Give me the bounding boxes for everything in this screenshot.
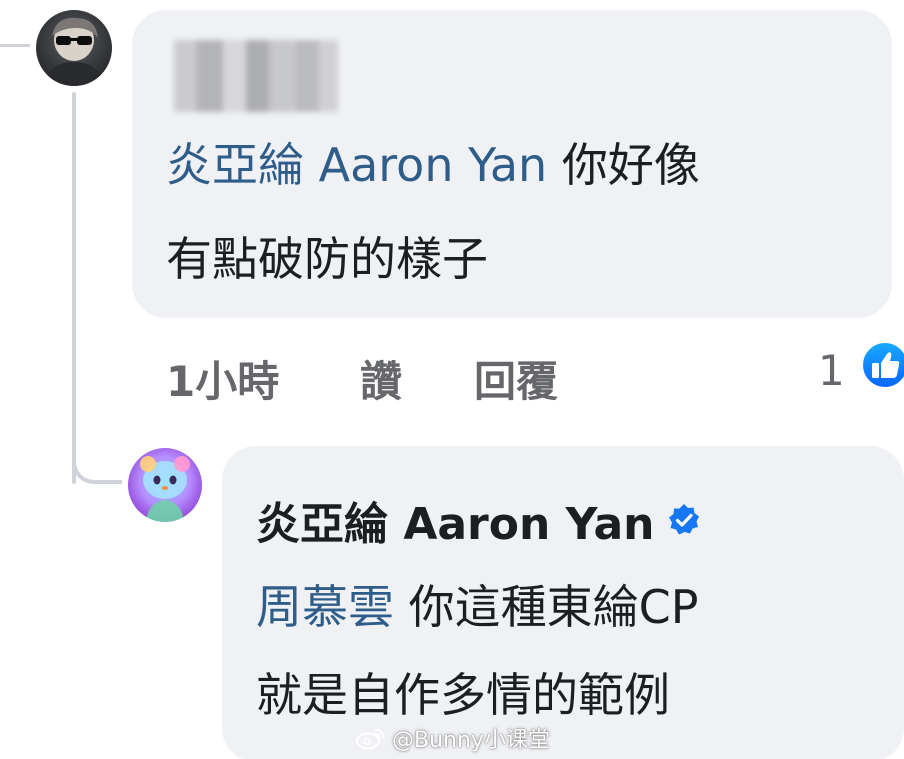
thread-line-top (0, 44, 30, 47)
reply-text-line: 就是自作多情的範例 (256, 668, 670, 722)
reply-button[interactable]: 回覆 (474, 348, 558, 409)
reply-text: 你這種東綸CP (394, 580, 699, 634)
user-photo-icon (44, 17, 104, 86)
verified-badge-icon (669, 504, 700, 535)
mention-link[interactable]: 炎亞綸 Aaron Yan (166, 138, 547, 192)
comment-timestamp[interactable]: 1小時 (166, 348, 279, 409)
like-button[interactable]: 讚 (360, 348, 402, 409)
comment-thread: 炎亞綸 Aaron Yan 你好像 有點破防的樣子 1小時 讚 回覆 1 炎亞綸… (0, 0, 904, 759)
author-name[interactable]: 炎亞綸 Aaron Yan (256, 488, 654, 552)
comment-text-line: 有點破防的樣子 (166, 232, 488, 286)
comment-text: 你好像 (547, 138, 700, 192)
thumbs-up-icon (872, 352, 900, 378)
reaction-count[interactable]: 1 (818, 346, 845, 395)
like-reaction-icon[interactable] (860, 340, 904, 390)
reply-text-line: 周慕雲 你這種東綸CP (256, 584, 698, 630)
author-name-blurred[interactable] (174, 40, 338, 112)
weibo-icon (356, 729, 384, 750)
mention-link[interactable]: 周慕雲 (256, 580, 394, 634)
watermark-text: @Bunny小课堂 (392, 728, 550, 753)
avatar[interactable] (128, 448, 202, 522)
watermark: @Bunny小课堂 (356, 722, 550, 754)
reply-author: 炎亞綸 Aaron Yan (256, 488, 702, 552)
comment-text-line: 炎亞綸 Aaron Yan 你好像 (166, 142, 700, 188)
thread-line (72, 92, 76, 484)
avatar[interactable] (36, 10, 112, 86)
user-photo-icon (140, 456, 190, 522)
thread-line-curve (72, 440, 122, 484)
